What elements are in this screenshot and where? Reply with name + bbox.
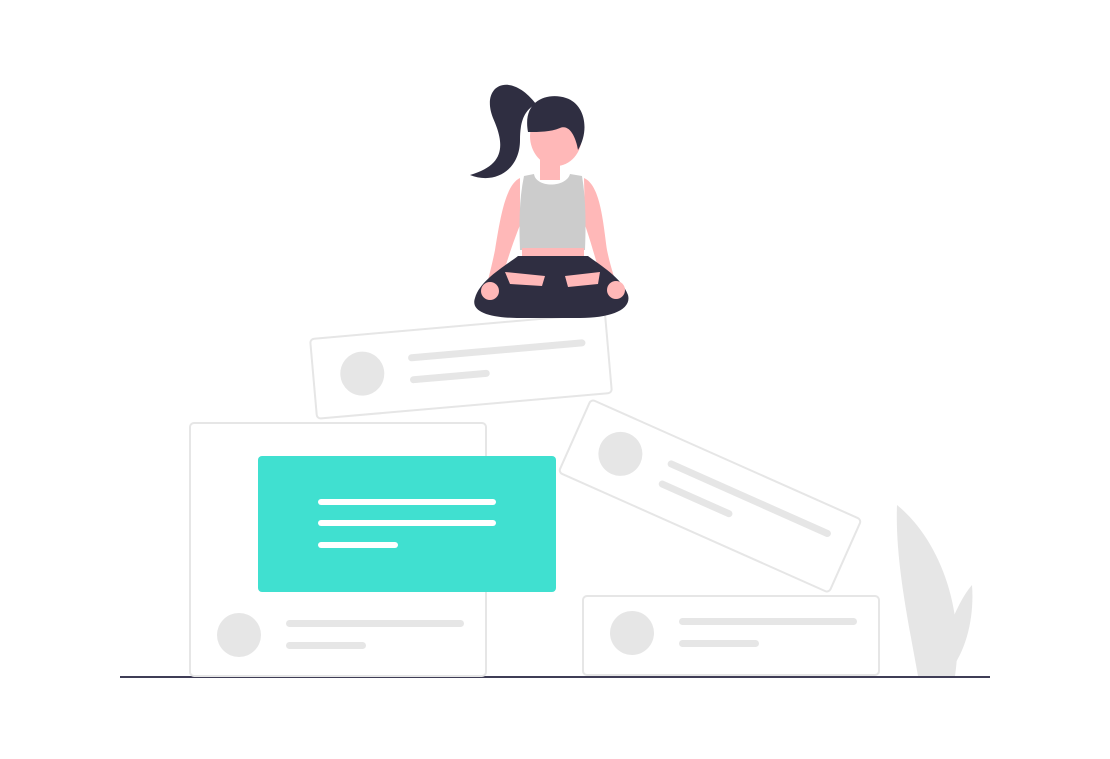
plant-leaves [896,505,973,676]
top-tilted-card [309,312,613,420]
highlighted-card [258,456,556,592]
ponytail [470,84,536,179]
tank-top [519,174,586,250]
illustration-svg [120,84,990,678]
bottom-right-card [582,595,880,676]
left-hand [481,282,499,300]
right-hand [607,281,625,299]
text-line-placeholder [286,620,464,627]
text-line-placeholder [679,640,759,647]
avatar-placeholder [217,613,261,657]
text-line [318,499,496,505]
text-line [318,542,398,548]
meditating-woman [470,84,629,318]
avatar-placeholder [610,611,654,655]
text-line [318,520,496,526]
illustration-canvas [0,0,1110,759]
text-line-placeholder [679,618,857,625]
text-line-placeholder [286,642,366,649]
right-tilted-card [558,399,862,593]
